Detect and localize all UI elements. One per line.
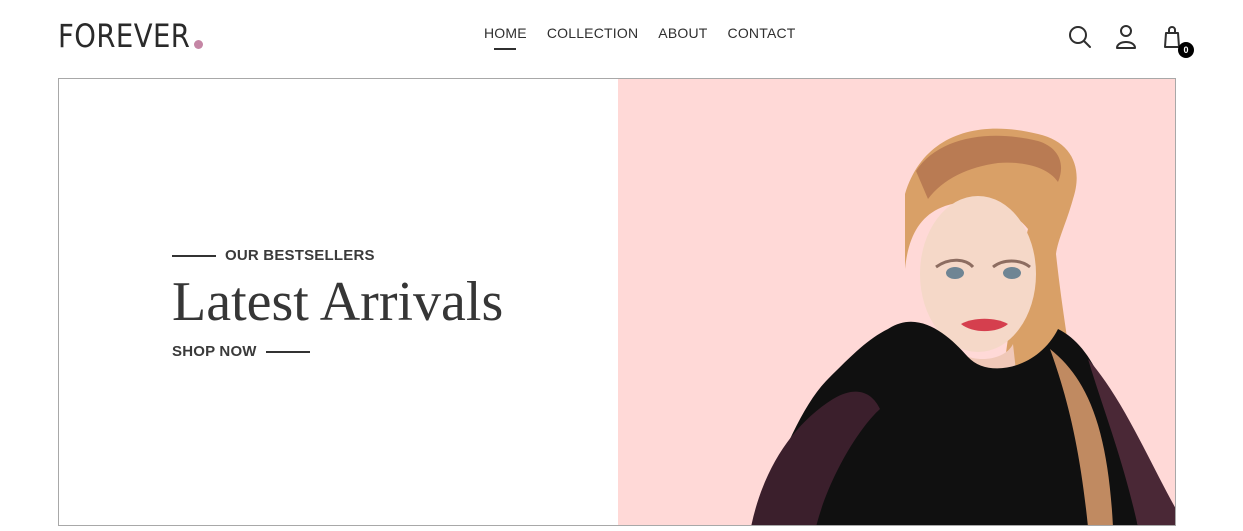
hero-image-panel — [618, 79, 1175, 525]
user-icon — [1116, 25, 1136, 49]
shop-now-link[interactable]: SHOP NOW — [172, 343, 310, 360]
site-header: FOREVER HOME COLLECTION ABOUT CONTACT 0 — [0, 0, 1243, 76]
nav-contact-label: CONTACT — [727, 25, 796, 41]
nav-collection[interactable]: COLLECTION — [547, 25, 638, 47]
hero-banner: OUR BESTSELLERS Latest Arrivals SHOP NOW — [58, 78, 1176, 526]
nav-contact[interactable]: CONTACT — [728, 25, 796, 47]
nav-about-label: ABOUT — [658, 25, 708, 41]
page: FOREVER HOME COLLECTION ABOUT CONTACT 0 … — [0, 0, 1243, 531]
main-nav: HOME COLLECTION ABOUT CONTACT — [484, 25, 796, 50]
search-icon — [1069, 26, 1091, 48]
hero-text-panel: OUR BESTSELLERS Latest Arrivals SHOP NOW — [59, 79, 618, 525]
cart-button[interactable]: 0 — [1160, 24, 1194, 58]
eyebrow-rule — [172, 254, 216, 257]
nav-home[interactable]: HOME — [484, 25, 527, 50]
nav-collection-label: COLLECTION — [546, 25, 639, 41]
hero-model-image — [618, 79, 1175, 525]
brand-name: FOREVER — [58, 17, 191, 55]
shop-now-label: SHOP NOW — [172, 343, 257, 360]
cart-count-badge: 0 — [1178, 42, 1194, 58]
brand-logo[interactable]: FOREVER — [58, 14, 203, 54]
nav-home-label: HOME — [484, 25, 527, 41]
profile-button[interactable] — [1114, 24, 1138, 50]
nav-active-indicator — [494, 48, 517, 50]
header-actions: 0 — [1068, 24, 1194, 58]
eyebrow-text: OUR BESTSELLERS — [225, 247, 375, 264]
brand-dot — [194, 40, 203, 49]
cta-rule — [265, 350, 310, 353]
nav-about[interactable]: ABOUT — [658, 25, 707, 47]
hero-headline: Latest Arrivals — [172, 271, 504, 333]
hero-eyebrow: OUR BESTSELLERS — [172, 247, 375, 264]
search-button[interactable] — [1068, 24, 1092, 50]
